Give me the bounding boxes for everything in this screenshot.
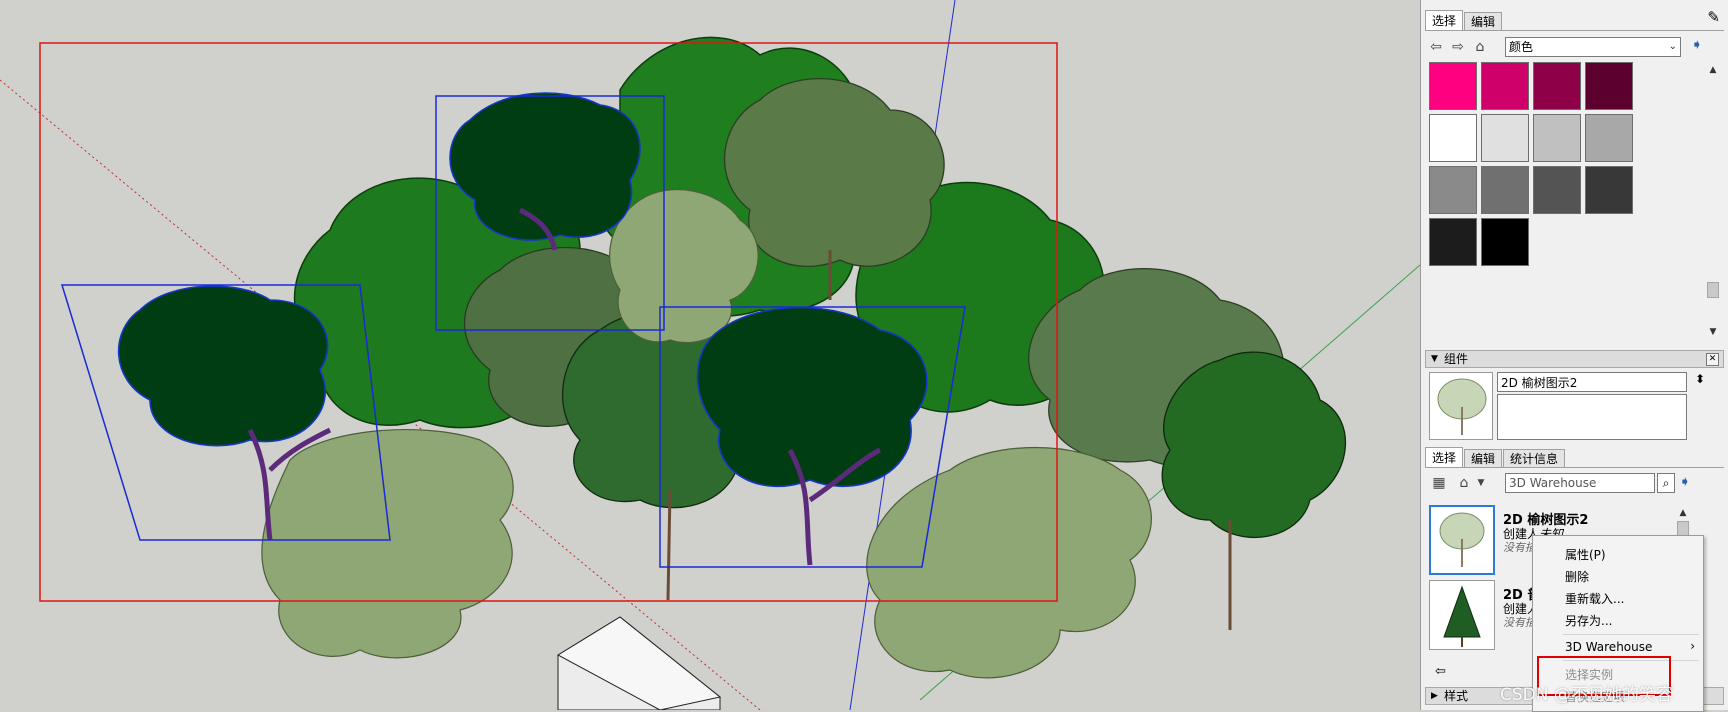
menu-item-delete[interactable]: 删除 bbox=[1565, 568, 1589, 585]
styles-title: 样式 bbox=[1444, 689, 1469, 703]
forward-arrow-icon[interactable]: ⇨ bbox=[1447, 36, 1469, 58]
menu-item-save-as[interactable]: 另存为... bbox=[1565, 612, 1612, 629]
material-library-select[interactable]: 颜色 ⌄ bbox=[1505, 37, 1681, 57]
tab-materials-edit[interactable]: 编辑 bbox=[1464, 12, 1503, 30]
close-icon[interactable]: ✕ bbox=[1706, 353, 1719, 366]
home-icon[interactable]: ⌂ bbox=[1453, 472, 1475, 494]
details-arrow-icon[interactable]: ➧ bbox=[1691, 37, 1703, 53]
scroll-thumb[interactable] bbox=[1707, 282, 1719, 298]
view-options-icon[interactable]: ▦ bbox=[1425, 472, 1453, 494]
menu-item-reload[interactable]: 重新载入... bbox=[1565, 590, 1624, 607]
tab-divider bbox=[1425, 467, 1724, 468]
swatch-scrollbar[interactable]: ▲ ▼ bbox=[1705, 62, 1721, 340]
component-thumbnail bbox=[1429, 580, 1495, 650]
back-arrow-icon[interactable]: ⇦ bbox=[1425, 36, 1447, 58]
color-swatch[interactable] bbox=[1533, 114, 1581, 162]
component-preview bbox=[1429, 372, 1493, 440]
chevron-right-icon: › bbox=[1690, 639, 1695, 653]
menu-item-3d-warehouse[interactable]: 3D Warehouse bbox=[1565, 640, 1652, 654]
components-tabs: 选择 编辑 统计信息 bbox=[1425, 447, 1566, 467]
tab-components-edit[interactable]: 编辑 bbox=[1464, 449, 1503, 467]
color-swatch[interactable] bbox=[1481, 114, 1529, 162]
scroll-up-icon[interactable]: ▲ bbox=[1675, 505, 1691, 521]
component-thumbnail bbox=[1429, 505, 1495, 575]
materials-tabs: 选择 编辑 bbox=[1425, 10, 1503, 30]
back-arrow-icon[interactable]: ⇦ bbox=[1435, 664, 1446, 679]
color-swatch[interactable] bbox=[1429, 218, 1477, 266]
components-panel-header[interactable]: ▼ 组件 ✕ bbox=[1425, 350, 1724, 368]
color-swatch[interactable] bbox=[1429, 166, 1477, 214]
color-swatch[interactable] bbox=[1585, 166, 1633, 214]
color-swatch[interactable] bbox=[1533, 166, 1581, 214]
home-icon[interactable]: ⌂ bbox=[1469, 36, 1491, 58]
components-title: 组件 bbox=[1444, 352, 1469, 366]
model-viewport[interactable] bbox=[0, 0, 1420, 710]
color-swatch[interactable] bbox=[1585, 62, 1633, 110]
component-name-field[interactable]: 2D 榆树图示2 bbox=[1497, 372, 1687, 392]
color-swatch[interactable] bbox=[1481, 166, 1529, 214]
watermark: CSDN @不见她的笑容 bbox=[1500, 685, 1673, 705]
chevron-down-icon: ⌄ bbox=[1668, 41, 1677, 52]
color-swatch-grid bbox=[1429, 62, 1701, 337]
box-geometry[interactable] bbox=[556, 616, 722, 710]
search-value: 3D Warehouse bbox=[1509, 476, 1597, 490]
color-swatch[interactable] bbox=[1533, 62, 1581, 110]
scroll-down-icon[interactable]: ▼ bbox=[1705, 324, 1721, 340]
color-swatch[interactable] bbox=[1481, 62, 1529, 110]
color-swatch[interactable] bbox=[1585, 114, 1633, 162]
material-library-value: 颜色 bbox=[1509, 40, 1534, 54]
pine-tree-thumbnail-icon bbox=[1443, 585, 1481, 647]
tab-divider bbox=[1425, 30, 1724, 31]
tree-thumbnail-icon bbox=[1437, 378, 1487, 435]
expand-triangle-icon: ▶ bbox=[1431, 691, 1438, 701]
details-arrow-icon[interactable]: ➧ bbox=[1679, 474, 1691, 490]
scroll-up-icon[interactable]: ▲ bbox=[1705, 62, 1721, 78]
color-swatch[interactable] bbox=[1429, 62, 1477, 110]
scene-canvas[interactable] bbox=[0, 0, 1420, 710]
tab-components-statistics[interactable]: 统计信息 bbox=[1503, 449, 1566, 467]
menu-item-properties[interactable]: 属性(P) bbox=[1565, 546, 1606, 563]
menu-separator bbox=[1563, 634, 1699, 635]
component-search-input[interactable]: 3D Warehouse bbox=[1505, 473, 1655, 493]
tree-thumbnail-icon bbox=[1439, 512, 1485, 567]
chevron-down-icon[interactable]: ▼ bbox=[1475, 472, 1487, 494]
details-menu-icon[interactable]: ⬍ bbox=[1695, 372, 1705, 386]
tab-materials-select[interactable]: 选择 bbox=[1425, 10, 1464, 30]
tab-components-select[interactable]: 选择 bbox=[1425, 447, 1464, 467]
eyedropper-icon[interactable]: ✎ bbox=[1707, 8, 1720, 26]
search-icon[interactable]: ⌕ bbox=[1657, 473, 1675, 493]
collapse-triangle-icon: ▼ bbox=[1431, 354, 1438, 364]
component-description-field[interactable] bbox=[1497, 394, 1687, 440]
color-swatch[interactable] bbox=[1429, 114, 1477, 162]
color-swatch[interactable] bbox=[1481, 218, 1529, 266]
